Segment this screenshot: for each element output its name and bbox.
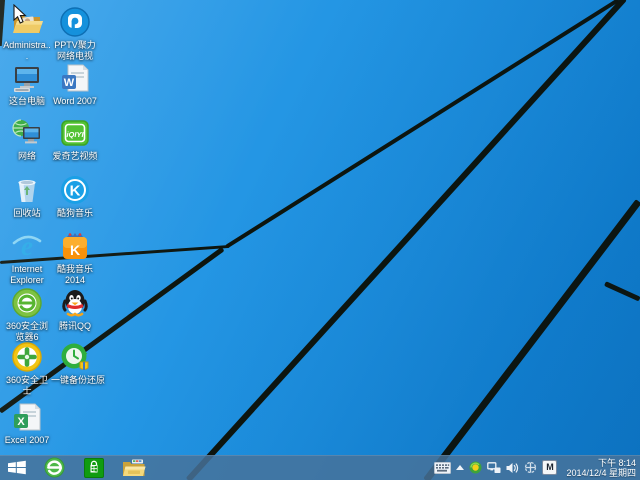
taskbar: M 下午 8:14 2014/12/4 星期四 <box>0 455 640 480</box>
globe-cross-icon[interactable] <box>524 455 537 480</box>
svg-text:K: K <box>70 242 80 258</box>
internet-explorer-icon: e <box>12 231 42 261</box>
360-browser-icon <box>12 288 42 318</box>
folder-icon <box>123 459 146 476</box>
windows-store-taskbar-button[interactable] <box>74 455 114 480</box>
show-hidden-icons-chevron[interactable] <box>456 455 465 480</box>
store-icon <box>84 457 104 478</box>
network-tray-icon[interactable] <box>487 455 501 480</box>
desktop-icon-recycle-bin[interactable]: 回收站 <box>3 174 51 219</box>
desktop-icon-one-key-backup[interactable]: 一键备份还原 <box>51 341 106 386</box>
svg-text:e: e <box>21 231 33 261</box>
one-key-backup-icon <box>61 343 89 370</box>
volume-icon[interactable] <box>506 455 519 480</box>
desktop-icon-360-safe-guard[interactable]: 360安全卫士 <box>3 341 51 397</box>
desktop-icon-label: Internet Explorer <box>10 264 44 285</box>
system-tray: M 下午 8:14 2014/12/4 星期四 <box>434 455 640 480</box>
desktop-icon-pptv[interactable]: PPTV聚力 网络电视 <box>51 6 99 62</box>
desktop-icon-label: 腾讯QQ <box>58 321 91 331</box>
pptv-icon <box>60 7 90 37</box>
svg-text:X: X <box>17 416 25 428</box>
desktop-icon-excel-2007[interactable]: X Excel 2007 <box>3 401 51 446</box>
desktop-icon-internet-explorer[interactable]: e Internet Explorer <box>3 230 51 286</box>
desktop-icon-word-2007[interactable]: W Word 2007 <box>51 62 99 107</box>
desktop-icon-label: 这台电脑 <box>8 96 45 106</box>
desktop-icon-iqiyi[interactable]: iQIYI 爱奇艺视频 <box>51 117 99 162</box>
desktop-icon-qq[interactable]: 腾讯QQ <box>51 287 99 332</box>
desktop-icon-kuwo[interactable]: K 酷我音乐 2014 <box>51 230 99 286</box>
desktop-icon-label: Administra... <box>3 40 51 61</box>
desktop-icon-label: Word 2007 <box>53 96 97 106</box>
word-2007-icon: W <box>62 64 89 92</box>
desktop-icon-360-browser[interactable]: 360安全浏览器6 <box>3 287 51 343</box>
svg-text:iQIYI: iQIYI <box>66 130 84 139</box>
recycle-bin-icon <box>18 180 36 202</box>
desktop-icon-label: 网络 <box>17 151 36 161</box>
desktop-icon-this-pc[interactable]: 这台电脑 <box>3 62 51 107</box>
clock-time: 下午 8:14 <box>597 457 636 468</box>
desktop-icon-label: 回收站 <box>13 208 41 218</box>
desktop-icon-label: 酷狗音乐 <box>56 208 93 218</box>
clock-date: 2014/12/4 星期四 <box>566 467 636 478</box>
svg-text:K: K <box>70 183 81 200</box>
360-safe-guard-icon <box>12 342 42 372</box>
ime-indicator[interactable]: M <box>542 460 558 475</box>
360-browser-taskbar-button[interactable] <box>34 455 74 480</box>
windows-logo-icon <box>8 460 26 475</box>
taskbar-clock[interactable]: 下午 8:14 2014/12/4 星期四 <box>566 458 636 478</box>
desktop-icon-label: 360安全浏览器6 <box>5 321 49 342</box>
file-explorer-taskbar-button[interactable] <box>114 455 154 480</box>
desktop-icon-label: Excel 2007 <box>4 435 50 445</box>
360-tray-icon[interactable] <box>469 455 482 480</box>
svg-text:W: W <box>64 77 75 89</box>
iqiyi-icon: iQIYI <box>61 120 89 146</box>
desktop-icon-administrator[interactable]: Administra... <box>3 6 51 62</box>
desktop-icon-label: 一键备份还原 <box>51 375 106 385</box>
desktop-icon-label: 酷我音乐 2014 <box>56 264 93 285</box>
network-icon <box>12 119 40 144</box>
360-browser-icon <box>43 457 65 478</box>
this-pc-icon <box>14 67 39 92</box>
mouse-cursor <box>13 4 27 24</box>
touch-keyboard-icon[interactable] <box>434 455 452 480</box>
start-button[interactable] <box>0 455 34 480</box>
kuwo-music-icon: K <box>63 233 87 259</box>
desktop-icon-label: PPTV聚力 网络电视 <box>54 40 96 61</box>
desktop-icon-label: 360安全卫士 <box>5 375 49 396</box>
desktop-icon-label: 爱奇艺视频 <box>52 151 98 161</box>
tencent-qq-icon <box>62 290 88 317</box>
desktop-icon-network[interactable]: 网络 <box>3 117 51 162</box>
kugou-music-icon: K <box>61 176 89 204</box>
desktop-screen: Administra... 这台电脑 网络 回收站 e Internet Exp… <box>0 0 640 480</box>
excel-2007-icon: X <box>14 403 41 431</box>
desktop-icon-kugou[interactable]: K 酷狗音乐 <box>51 174 99 219</box>
